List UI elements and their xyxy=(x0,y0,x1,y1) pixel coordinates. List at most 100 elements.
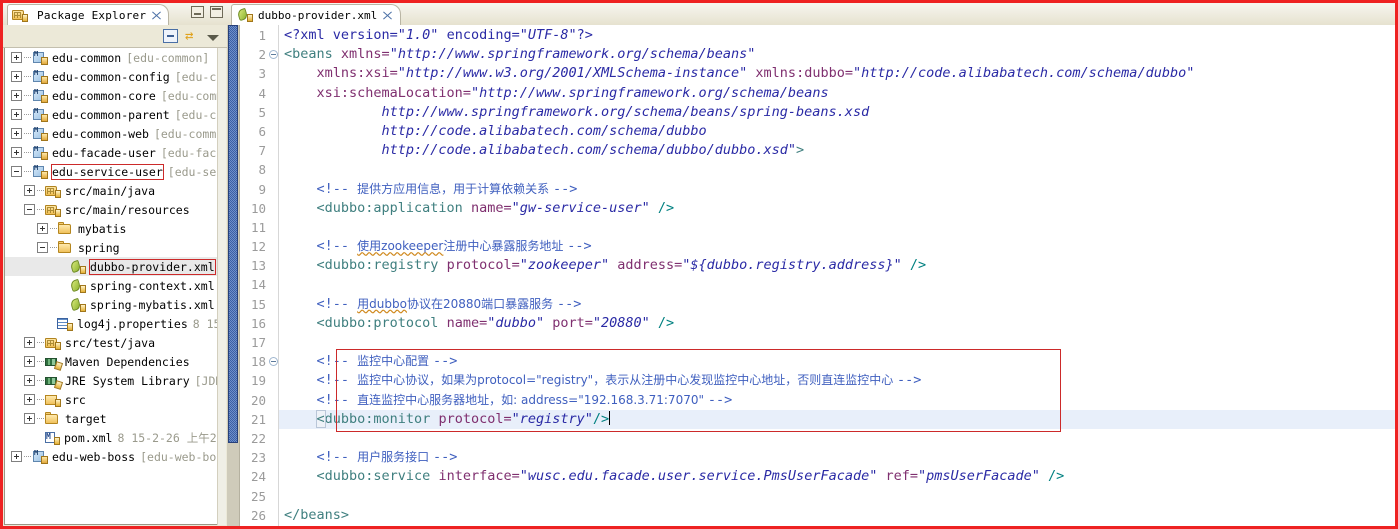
code-line-23[interactable]: <!-- 用户服务接口 --> xyxy=(279,448,1395,467)
code-line-14[interactable] xyxy=(279,275,1395,294)
code-line-7[interactable]: http://code.alibabatech.com/schema/dubbo… xyxy=(279,141,1395,160)
tree-item-log4j-properties[interactable]: log4j.properties 8 15 xyxy=(5,314,217,333)
tree-item-spring-mybatis-xml[interactable]: spring-mybatis.xml xyxy=(5,295,217,314)
tree-item-edu-common-config[interactable]: Medu-common-config [edu-common xyxy=(5,67,217,86)
fold-collapse-icon[interactable] xyxy=(269,50,278,60)
tree-item-suffix: [edu-common- xyxy=(160,88,217,103)
collapse-icon[interactable] xyxy=(24,204,35,215)
expand-icon[interactable] xyxy=(11,147,22,158)
code-line-21[interactable]: <dubbo:monitor protocol="registry"/> xyxy=(279,409,1395,429)
code-line-22[interactable] xyxy=(279,429,1395,448)
tree-item-label: edu-common-parent xyxy=(52,107,170,122)
tree-item-edu-common-web[interactable]: Medu-common-web [edu-common-we xyxy=(5,124,217,143)
collapse-icon[interactable] xyxy=(37,242,48,253)
package-explorer-icon xyxy=(12,8,28,22)
code-line-8[interactable] xyxy=(279,160,1395,179)
tree-item-src-main-resources[interactable]: src/main/resources xyxy=(5,200,217,219)
tree-item-edu-common-core[interactable]: Medu-common-core [edu-common- xyxy=(5,86,217,105)
tree-item-jre-system-library[interactable]: JRE System Library [JDK7u xyxy=(5,371,217,390)
editor-tab-row: dubbo-provider.xml xyxy=(227,3,1395,25)
code-line-11[interactable] xyxy=(279,218,1395,237)
tree-item-mybatis[interactable]: mybatis xyxy=(5,219,217,238)
code-line-5[interactable]: http://www.springframework.org/schema/be… xyxy=(279,103,1395,122)
line-number-13: 13 xyxy=(250,258,266,274)
code-editor[interactable]: 1 2 3 4 5 6 7 8 9 10 11 12 13 14 15 16 17 18 19 20 21 22 23 24 2… xyxy=(227,25,1395,526)
maximize-icon[interactable] xyxy=(210,6,223,18)
tree-vertical-scrollbar[interactable] xyxy=(217,48,226,525)
expand-icon[interactable] xyxy=(24,356,35,367)
code-line-10[interactable]: <dubbo:application name="gw-service-user… xyxy=(279,199,1395,218)
code-line-2[interactable]: <beans xmlns="http://www.springframework… xyxy=(279,45,1395,64)
code-line-25[interactable] xyxy=(279,487,1395,506)
close-icon[interactable] xyxy=(151,10,162,21)
fold-collapse-icon[interactable] xyxy=(269,357,278,367)
close-icon[interactable] xyxy=(382,10,393,21)
code-line-12[interactable]: <!-- 使用zookeeper注册中心暴露服务地址 --> xyxy=(279,237,1395,256)
minimize-icon[interactable] xyxy=(191,6,204,18)
tree-item-pom-xml[interactable]: Mpom.xml 8 15-2-26 上午2: xyxy=(5,428,217,447)
line-number-24: 24 xyxy=(250,469,266,485)
expand-icon[interactable] xyxy=(37,223,48,234)
expand-icon[interactable] xyxy=(24,185,35,196)
expand-icon[interactable] xyxy=(24,394,35,405)
package-explorer-view: Package Explorer ⇄ Medu-common [edu-commo… xyxy=(3,3,227,526)
tree-item-spring[interactable]: spring xyxy=(5,238,217,257)
tree-item-edu-web-boss[interactable]: Medu-web-boss [edu-web-boss] xyxy=(5,447,217,466)
code-line-16[interactable]: <dubbo:protocol name="dubbo" port="20880… xyxy=(279,314,1395,333)
tree-item-target[interactable]: target xyxy=(5,409,217,428)
tree-item-edu-service-user[interactable]: Medu-service-user [edu-service xyxy=(5,162,217,181)
tree-item-edu-common-parent[interactable]: Medu-common-parent [edu-common xyxy=(5,105,217,124)
tree-item-src[interactable]: src xyxy=(5,390,217,409)
code-line-18[interactable]: <!-- 监控中心配置 --> xyxy=(279,352,1395,371)
code-line-24[interactable]: <dubbo:service interface="wusc.edu.facad… xyxy=(279,467,1395,486)
expand-icon[interactable] xyxy=(24,337,35,348)
tab-dubbo-provider-xml[interactable]: dubbo-provider.xml xyxy=(231,4,402,25)
code-line-13[interactable]: <dubbo:registry protocol="zookeeper" add… xyxy=(279,256,1395,275)
code-line-15[interactable]: <!-- 用dubbo协议在20880端口暴露服务 --> xyxy=(279,295,1395,314)
tree-item-dubbo-provider-xml[interactable]: dubbo-provider.xml xyxy=(5,257,217,276)
code-line-3[interactable]: xmlns:xsi="http://www.w3.org/2001/XMLSch… xyxy=(279,64,1395,83)
view-menu-icon[interactable] xyxy=(207,35,219,41)
code-line-4[interactable]: xsi:schemaLocation="http://www.springfra… xyxy=(279,84,1395,103)
editor-vertical-scrollbar[interactable] xyxy=(227,25,240,526)
collapse-all-icon[interactable] xyxy=(163,29,178,43)
tree-item-edu-common[interactable]: Medu-common [edu-common] xyxy=(5,48,217,67)
code-line-1[interactable]: <?xml version="1.0" encoding="UTF-8"?> xyxy=(279,26,1395,45)
code-text[interactable]: <?xml version="1.0" encoding="UTF-8"?> <b… xyxy=(279,25,1395,526)
tree-item-edu-facade-user[interactable]: Medu-facade-user [edu-facade- xyxy=(5,143,217,162)
tab-package-explorer[interactable]: Package Explorer xyxy=(7,4,170,25)
editor-area: dubbo-provider.xml 1 2 3 4 5 6 7 8 9 10 11 12 13 14 15… xyxy=(227,3,1395,526)
link-with-editor-icon[interactable]: ⇄ xyxy=(185,29,200,43)
code-line-9[interactable]: <!-- 提供方应用信息，用于计算依赖关系 --> xyxy=(279,180,1395,199)
code-token: "UTF-8" xyxy=(519,27,577,43)
code-line-6[interactable]: http://code.alibabatech.com/schema/dubbo xyxy=(279,122,1395,141)
expand-icon[interactable] xyxy=(11,90,22,101)
line-number-12: 12 xyxy=(250,239,266,255)
collapse-icon[interactable] xyxy=(11,166,22,177)
tree-item-label-wrap: src xyxy=(65,393,86,407)
tree-item-label: spring-context.xml xyxy=(90,278,215,293)
tree-item-src-test-java[interactable]: src/test/java xyxy=(5,333,217,352)
code-line-17[interactable] xyxy=(279,333,1395,352)
tree-item-maven-dependencies[interactable]: Maven Dependencies xyxy=(5,352,217,371)
code-token: ?> xyxy=(576,27,593,43)
code-line-20[interactable]: <!-- 直连监控中心服务器地址，如: address="192.168.3.7… xyxy=(279,391,1395,410)
tree-item-src-main-java[interactable]: src/main/java xyxy=(5,181,217,200)
expand-icon[interactable] xyxy=(11,109,22,120)
expand-icon[interactable] xyxy=(11,451,22,462)
code-line-19[interactable]: <!-- 监控中心协议，如果为protocol="registry"，表示从注册… xyxy=(279,371,1395,390)
code-token: name= xyxy=(446,314,488,331)
tree-item-label-wrap: src/main/java xyxy=(65,184,155,198)
tree-item-suffix: 8 15-2-26 上午2: xyxy=(117,430,218,445)
expand-icon[interactable] xyxy=(11,52,22,63)
code-line-26[interactable]: </beans> xyxy=(279,506,1395,525)
code-token: <!-- xyxy=(316,353,358,370)
expand-icon[interactable] xyxy=(11,71,22,82)
expand-icon[interactable] xyxy=(24,375,35,386)
tree-item-spring-context-xml[interactable]: spring-context.xml xyxy=(5,276,217,295)
expand-icon[interactable] xyxy=(11,128,22,139)
scrollbar-thumb[interactable] xyxy=(228,25,238,443)
expand-icon[interactable] xyxy=(24,413,35,424)
project-tree[interactable]: Medu-common [edu-common] Medu-common-confi… xyxy=(4,48,218,525)
